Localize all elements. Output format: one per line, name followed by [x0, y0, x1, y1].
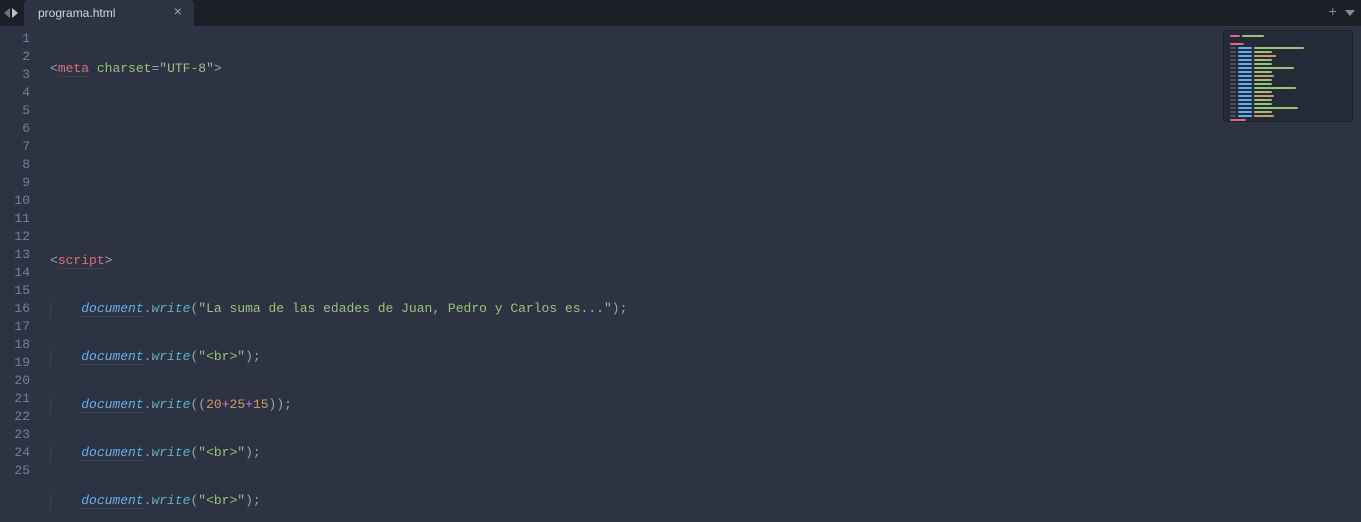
line-number: 11 — [0, 210, 30, 228]
code-line — [50, 108, 1361, 126]
line-number: 1 — [0, 30, 30, 48]
code-line — [50, 156, 1361, 174]
line-number: 22 — [0, 408, 30, 426]
tab-bar-actions: + — [1329, 0, 1355, 26]
line-number: 4 — [0, 84, 30, 102]
code-line: <meta charset="UTF-8"> — [50, 60, 1361, 78]
file-tab[interactable]: programa.html × — [24, 0, 194, 26]
line-number: 12 — [0, 228, 30, 246]
line-number: 5 — [0, 102, 30, 120]
tab-history-nav — [0, 0, 24, 26]
code-line: document.write("<br>"); — [50, 492, 1361, 510]
line-number: 3 — [0, 66, 30, 84]
editor[interactable]: 1 2 3 4 5 6 7 8 9 10 11 12 13 14 15 16 1… — [0, 26, 1361, 522]
line-number: 10 — [0, 192, 30, 210]
line-number: 17 — [0, 318, 30, 336]
code-line: document.write("<br>"); — [50, 444, 1361, 462]
tab-bar: programa.html × + — [0, 0, 1361, 26]
line-number: 20 — [0, 372, 30, 390]
line-number: 8 — [0, 156, 30, 174]
nav-back-icon[interactable] — [4, 8, 10, 18]
line-number: 15 — [0, 282, 30, 300]
line-number: 24 — [0, 444, 30, 462]
line-number: 19 — [0, 354, 30, 372]
nav-forward-icon[interactable] — [12, 8, 18, 18]
line-number: 18 — [0, 336, 30, 354]
line-number: 25 — [0, 462, 30, 480]
code-area[interactable]: <meta charset="UTF-8"> <script> document… — [42, 26, 1361, 522]
line-number: 14 — [0, 264, 30, 282]
line-number: 6 — [0, 120, 30, 138]
code-line: document.write("La suma de las edades de… — [50, 300, 1361, 318]
line-number: 21 — [0, 390, 30, 408]
line-number: 2 — [0, 48, 30, 66]
code-line: <script> — [50, 252, 1361, 270]
line-number: 7 — [0, 138, 30, 156]
tab-menu-icon[interactable] — [1345, 10, 1355, 16]
line-number: 23 — [0, 426, 30, 444]
code-line — [50, 204, 1361, 222]
code-line: document.write("<br>"); — [50, 348, 1361, 366]
line-number-gutter: 1 2 3 4 5 6 7 8 9 10 11 12 13 14 15 16 1… — [0, 26, 42, 522]
line-number: 16 — [0, 300, 30, 318]
file-tab-title: programa.html — [38, 6, 170, 20]
new-tab-icon[interactable]: + — [1329, 5, 1337, 21]
code-line: document.write((20+25+15)); — [50, 396, 1361, 414]
line-number: 13 — [0, 246, 30, 264]
minimap[interactable] — [1223, 30, 1353, 122]
close-icon[interactable]: × — [170, 5, 186, 21]
line-number: 9 — [0, 174, 30, 192]
